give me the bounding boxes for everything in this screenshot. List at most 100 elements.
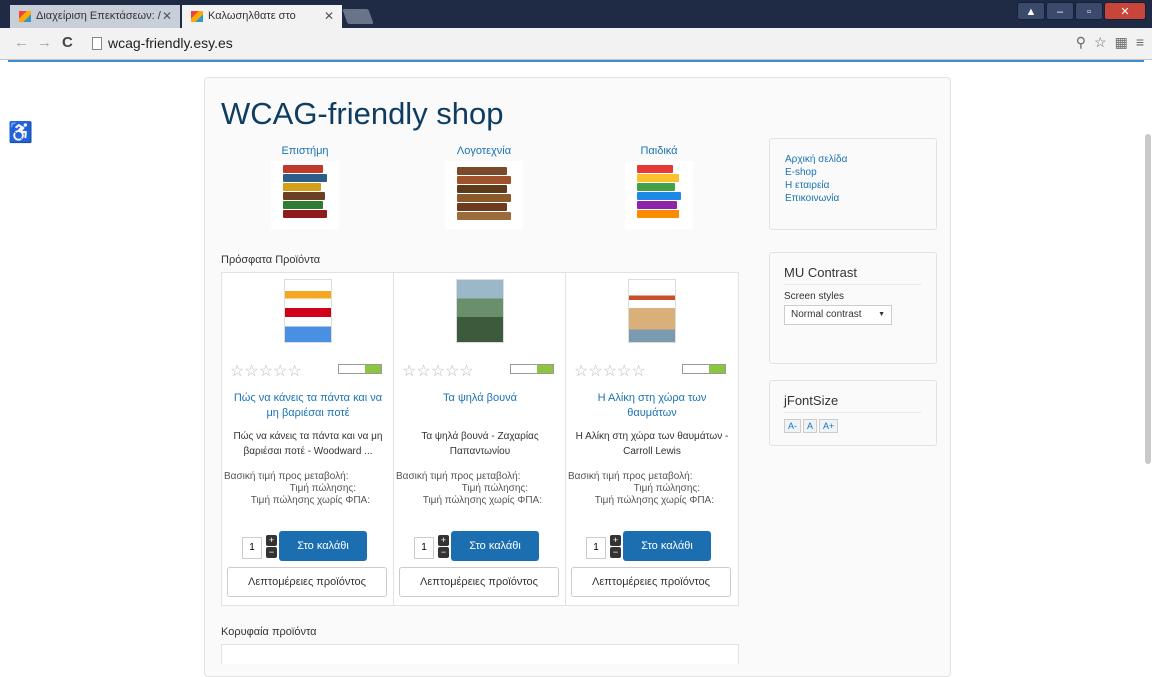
plus-icon[interactable]: + (438, 535, 449, 546)
recent-products-grid: ☆☆☆☆☆ Πώς να κάνεις τα πάντα και να μη β… (221, 272, 739, 606)
back-icon[interactable]: ← (14, 34, 29, 51)
plus-icon[interactable]: + (266, 535, 277, 546)
tab-close-icon[interactable]: ✕ (324, 5, 334, 28)
chevron-down-icon: ▼ (878, 311, 885, 318)
product-image[interactable] (455, 279, 504, 343)
category-label[interactable]: Επιστήμη (245, 145, 365, 157)
font-increase-button[interactable]: A+ (819, 419, 839, 433)
category-label[interactable]: Λογοτεχνία (424, 145, 544, 157)
window-controls: ▲ – ▫ ✕ (1016, 2, 1146, 22)
fontsize-module: jFontSize A- A A+ (769, 380, 937, 446)
page-container: WCAG-friendly shop Επιστήμη Λογοτεχνία Π… (204, 77, 951, 677)
product-card: ☆☆☆☆☆ Τα ψηλά βουνά Τα ψηλά βουνά - Ζαχα… (394, 273, 566, 605)
extension-icon[interactable]: ▦ (1115, 34, 1128, 51)
category-children[interactable]: Παιδικά (599, 145, 719, 229)
product-details-button[interactable]: Λεπτομέρειες προϊόντος (399, 567, 559, 597)
screen-styles-select[interactable]: Normal contrast ▼ (784, 305, 892, 325)
site-title: WCAG-friendly shop (221, 96, 504, 131)
top-products-heading: Κορυφαία προϊόντα (221, 626, 317, 638)
books-image[interactable] (271, 161, 339, 229)
bookmark-star-icon[interactable]: ☆ (1094, 34, 1107, 51)
product-name[interactable]: Πώς να κάνεις τα πάντα και να μη βαριέσα… (228, 391, 388, 421)
product-description: Τα ψηλά βουνά - Ζαχαρίας Παπαντωνίου (421, 431, 539, 457)
books-image[interactable] (625, 161, 693, 229)
accessibility-icon[interactable]: ♿ (8, 120, 33, 145)
product-name[interactable]: Τα ψηλά βουνά (400, 391, 560, 406)
books-image[interactable] (445, 161, 523, 229)
net-price-label: Τιμή πώλησης χωρίς ΦΠΑ: (594, 495, 714, 506)
toolbar-icons: ⚲ ☆ ▦ ≡ (1076, 34, 1144, 51)
price-block: Βασική τιμή προς μεταβολή: Τιμή πώλησης:… (396, 471, 556, 507)
top-products-grid (221, 644, 739, 664)
sale-price-label: Τιμή πώλησης: (633, 483, 700, 494)
category-literature[interactable]: Λογοτεχνία (424, 145, 544, 229)
fontsize-buttons: A- A A+ (784, 419, 936, 433)
scrollbar[interactable] (1144, 62, 1152, 650)
browser-tab-shop[interactable]: Καλωσηλθατε στο ✕ (182, 5, 342, 28)
browser-tab-extensions[interactable]: Διαχείριση Επεκτάσεων: / ✕ (10, 5, 180, 28)
price-block: Βασική τιμή προς μεταβολή: Τιμή πώλησης:… (568, 471, 728, 507)
quantity-stepper: + − (266, 535, 277, 559)
product-name[interactable]: Η Αλίκη στη χώρα των θαυμάτων (572, 391, 732, 421)
reload-icon[interactable]: C (62, 34, 73, 51)
close-window-button[interactable]: ✕ (1104, 2, 1146, 20)
product-card: ☆☆☆☆☆ Πώς να κάνεις τα πάντα και να μη β… (222, 273, 394, 605)
page-icon (92, 37, 102, 50)
rating-toggle[interactable] (682, 364, 726, 374)
maximize-button[interactable]: ▫ (1075, 2, 1103, 20)
plus-icon[interactable]: + (610, 535, 621, 546)
add-to-cart-button[interactable]: Στο καλάθι (451, 531, 539, 561)
joomla-icon (191, 11, 203, 22)
scrollbar-thumb[interactable] (1145, 134, 1151, 464)
product-card: ☆☆☆☆☆ Η Αλίκη στη χώρα των θαυμάτων Η Αλ… (566, 273, 738, 605)
rating-stars[interactable]: ☆☆☆☆☆ (230, 361, 302, 381)
product-image[interactable] (628, 279, 676, 343)
site-menu: Αρχική σελίδα E-shop Η εταιρεία Επικοινω… (769, 138, 937, 230)
add-to-cart-button[interactable]: Στο καλάθι (279, 531, 367, 561)
rating-toggle[interactable] (338, 364, 382, 374)
rating-stars[interactable]: ☆☆☆☆☆ (574, 361, 646, 381)
menu-item-eshop[interactable]: E-shop (785, 166, 936, 179)
base-price-label: Βασική τιμή προς μεταβολή: (568, 471, 693, 482)
product-details-button[interactable]: Λεπτομέρειες προϊόντος (571, 567, 731, 597)
base-price-label: Βασική τιμή προς μεταβολή: (396, 471, 521, 482)
browser-tab-bar: Διαχείριση Επεκτάσεων: / ✕ Καλωσηλθατε σ… (0, 0, 1152, 28)
quantity-input[interactable]: 1 (586, 537, 606, 559)
quantity-input[interactable]: 1 (414, 537, 434, 559)
menu-item-contact[interactable]: Επικοινωνία (785, 192, 936, 205)
category-label[interactable]: Παιδικά (599, 145, 719, 157)
screen-styles-label: Screen styles (784, 291, 845, 302)
product-description: Η Αλίκη στη χώρα των θαυμάτων - Carroll … (575, 431, 729, 457)
url-text: wcag-friendly.esy.es (108, 35, 233, 51)
quantity-stepper: + − (610, 535, 621, 559)
joomla-icon (19, 11, 31, 22)
minimize-button[interactable]: – (1046, 2, 1074, 20)
tab-title: Διαχείριση Επεκτάσεων: / (36, 10, 161, 22)
zoom-icon[interactable]: ⚲ (1076, 34, 1086, 51)
new-tab-button[interactable] (342, 9, 374, 24)
font-decrease-button[interactable]: A- (784, 419, 801, 433)
category-science[interactable]: Επιστήμη (245, 145, 365, 229)
menu-item-company[interactable]: Η εταιρεία (785, 179, 936, 192)
rating-stars[interactable]: ☆☆☆☆☆ (402, 361, 474, 381)
minus-icon[interactable]: − (266, 547, 277, 558)
menu-item-home[interactable]: Αρχική σελίδα (785, 153, 936, 166)
forward-icon[interactable]: → (37, 34, 52, 51)
base-price-label: Βασική τιμή προς μεταβολή: (224, 471, 349, 482)
product-details-button[interactable]: Λεπτομέρειες προϊόντος (227, 567, 387, 597)
font-reset-button[interactable]: A (803, 419, 818, 433)
user-icon[interactable]: ▲ (1017, 2, 1045, 20)
tab-close-icon[interactable]: ✕ (162, 5, 172, 28)
minus-icon[interactable]: − (438, 547, 449, 558)
sale-price-label: Τιμή πώλησης: (461, 483, 528, 494)
product-image[interactable] (283, 279, 332, 343)
address-bar: ← → C wcag-friendly.esy.es ⚲ ☆ ▦ ≡ (0, 28, 1152, 60)
quantity-input[interactable]: 1 (242, 537, 262, 559)
menu-icon[interactable]: ≡ (1136, 34, 1144, 51)
add-to-cart-button[interactable]: Στο καλάθι (623, 531, 711, 561)
minus-icon[interactable]: − (610, 547, 621, 558)
url-field[interactable]: wcag-friendly.esy.es (86, 32, 1086, 56)
quantity-stepper: + − (438, 535, 449, 559)
page-top-border (8, 60, 1144, 62)
rating-toggle[interactable] (510, 364, 554, 374)
